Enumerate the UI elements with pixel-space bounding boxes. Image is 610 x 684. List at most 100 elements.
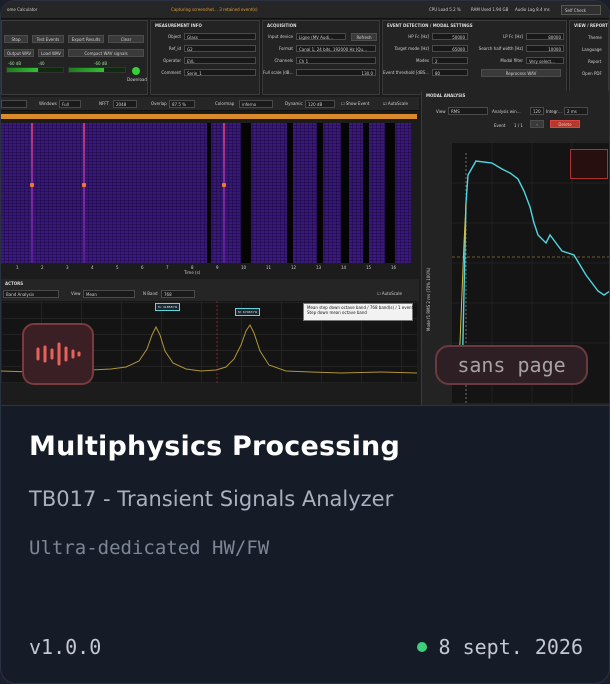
field-object: Object Glass bbox=[151, 33, 256, 40]
field-ref-id: Ref_id G2 bbox=[151, 45, 256, 52]
test-events-button[interactable]: Test Events bbox=[32, 35, 64, 43]
operator-input[interactable]: EVL bbox=[184, 57, 256, 64]
event-marker bbox=[83, 123, 85, 263]
modal-view-select[interactable]: RMS bbox=[448, 107, 488, 115]
x-tick: 9 bbox=[216, 265, 219, 270]
spectrogram-controls: Windows Full NFFT 2048 Overlap 87.5 % Co… bbox=[1, 97, 419, 111]
legend-entry: Step down mean octave band bbox=[307, 310, 367, 315]
colormap-select[interactable]: inferno bbox=[239, 100, 273, 108]
release-date-label: 8 sept. 2026 bbox=[438, 635, 584, 659]
meter-fill bbox=[69, 68, 104, 72]
overlap-select[interactable]: 87.5 % bbox=[169, 100, 195, 108]
export-results-button[interactable]: Export Results bbox=[68, 35, 104, 43]
full-scale-input[interactable]: 130.0 bbox=[296, 69, 376, 76]
gap-band bbox=[287, 123, 293, 263]
windows-select[interactable]: Full bbox=[59, 100, 81, 108]
output-wav-button[interactable]: Output WAV bbox=[4, 49, 34, 57]
report-label: Report bbox=[588, 59, 602, 64]
target-mode-input[interactable]: 65000 bbox=[432, 45, 468, 52]
project-card[interactable]: ome Calculator Capturing screenshot… 3 r… bbox=[0, 0, 610, 684]
project-title: Multiphysics Processing bbox=[29, 431, 400, 462]
analysis-window-input[interactable]: 120 bbox=[530, 107, 544, 115]
field-hp-fc: HP Fc [Hz] 50000 bbox=[383, 33, 468, 40]
psd-autoscale-label: AutoScale bbox=[381, 291, 402, 296]
hp-fc-input[interactable]: 50000 bbox=[432, 33, 468, 40]
stop-button[interactable]: Stop bbox=[4, 35, 28, 43]
self-check-button[interactable]: Self Check bbox=[561, 5, 601, 15]
event-threshold-select[interactable]: 80 bbox=[432, 69, 468, 76]
psd-view-select[interactable]: Mean bbox=[83, 290, 135, 298]
meter-tick: -40 bbox=[38, 61, 45, 66]
field-lp-fc: LP Fc [Hz] 80000 bbox=[473, 33, 564, 40]
record-status-led bbox=[132, 67, 140, 75]
delete-event-button[interactable]: Delete bbox=[550, 120, 580, 128]
input-level-meter-2 bbox=[68, 67, 126, 73]
reprocess-wav-button[interactable]: Reprocess WAV bbox=[481, 69, 561, 77]
field-label: Event threshold [dBS… bbox=[383, 70, 430, 75]
x-tick: 5 bbox=[116, 265, 119, 270]
lp-fc-input[interactable]: 80000 bbox=[526, 33, 564, 40]
nfft-select[interactable]: 2048 bbox=[113, 100, 137, 108]
field-label: Object bbox=[167, 34, 181, 39]
display-mode-select[interactable] bbox=[1, 100, 27, 108]
modal-view-label: View bbox=[436, 109, 446, 114]
object-input[interactable]: Glass bbox=[184, 33, 256, 40]
meter-tick: -60 dB bbox=[8, 61, 22, 66]
search-half-width-input[interactable]: 10000 bbox=[526, 45, 564, 52]
language-badge: sans page bbox=[435, 345, 588, 385]
channels-select[interactable]: Ch 1 bbox=[296, 57, 376, 64]
autoscale-checkbox[interactable]: ☑ AutoScale bbox=[383, 101, 408, 106]
spectrogram-view[interactable] bbox=[1, 123, 411, 263]
windows-label: Windows bbox=[39, 101, 57, 106]
event-peak bbox=[30, 183, 34, 187]
waveform-icon bbox=[36, 342, 81, 366]
measurement-info-header: MEASUREMENT INFO bbox=[155, 23, 202, 28]
app-screenshot: ome Calculator Capturing screenshot… 3 r… bbox=[1, 1, 609, 405]
refresh-button[interactable]: Refresh bbox=[351, 33, 377, 41]
field-full-scale: Full scale [dB… 130.0 bbox=[263, 69, 376, 76]
show-event-label: Show Event bbox=[345, 101, 370, 106]
x-tick: 3 bbox=[66, 265, 69, 270]
modal-filter-select[interactable]: Very select… bbox=[526, 57, 564, 64]
dynamic-select[interactable]: 120 dB bbox=[305, 100, 335, 108]
psd-controls: ACTORS Band Analysis View Mean N Band 76… bbox=[1, 279, 419, 301]
analysis-mode-select[interactable]: Band Analysis bbox=[3, 290, 59, 298]
x-tick: 14 bbox=[341, 265, 347, 270]
nband-select[interactable]: 768 bbox=[161, 290, 195, 298]
modal-y-axis-label: Mode f1 RMS 2 ms (70% 100%) bbox=[426, 267, 431, 331]
x-tick: 2 bbox=[41, 265, 44, 270]
x-tick: 6 bbox=[141, 265, 144, 270]
field-event-threshold: Event threshold [dBS… 80 bbox=[383, 69, 468, 76]
modes-select[interactable]: 2 bbox=[432, 57, 468, 64]
field-channels: Channels Ch 1 bbox=[263, 57, 376, 64]
open-pdf-button[interactable]: Open PDF bbox=[582, 71, 602, 76]
format-select[interactable]: Canal 1, 24 bits, 192000 Hz (Qu… bbox=[296, 45, 376, 52]
event-detection-panel: EVENT DETECTION / MODAL SETTINGS HP Fc [… bbox=[382, 20, 567, 95]
event-marker bbox=[223, 123, 225, 263]
compact-wav-button[interactable]: Compact WAV signals bbox=[68, 49, 144, 57]
timeline-scrubber[interactable] bbox=[1, 114, 417, 119]
input-device-select[interactable]: Ligne (MV Audi… bbox=[296, 33, 346, 40]
x-tick: 4 bbox=[91, 265, 94, 270]
acquisition-panel: ACQUISITION Input device Ligne (MV Audi… … bbox=[262, 20, 380, 95]
event-peak bbox=[222, 183, 226, 187]
field-label: Full scale [dB… bbox=[263, 70, 294, 75]
event-peak bbox=[82, 183, 86, 187]
integration-select[interactable]: 2 ms bbox=[564, 107, 588, 115]
input-level-meter-1 bbox=[6, 67, 64, 73]
x-tick: 1 bbox=[16, 265, 19, 270]
f2-peak-tag: f2: 67063 Hz bbox=[235, 308, 261, 316]
x-tick: 11 bbox=[266, 265, 272, 270]
load-wav-button[interactable]: Load WAV bbox=[38, 49, 64, 57]
next-event-button[interactable]: ‹ bbox=[530, 120, 544, 128]
psd-header: ACTORS bbox=[5, 281, 24, 286]
comment-input[interactable]: Serie_1 bbox=[184, 69, 256, 76]
field-label: Ref_id bbox=[168, 46, 181, 51]
psd-autoscale-checkbox[interactable]: ☐ AutoScale bbox=[377, 291, 402, 296]
capture-status: Capturing screenshot… 3 retained event(s… bbox=[171, 7, 258, 12]
show-event-checkbox[interactable]: ☐ Show Event bbox=[341, 101, 369, 106]
event-marker bbox=[31, 123, 33, 263]
transport-panel: Stop Test Events Export Results Clear Ou… bbox=[1, 20, 148, 95]
ref-id-input[interactable]: G2 bbox=[184, 45, 256, 52]
clear-button[interactable]: Clear bbox=[108, 35, 144, 43]
